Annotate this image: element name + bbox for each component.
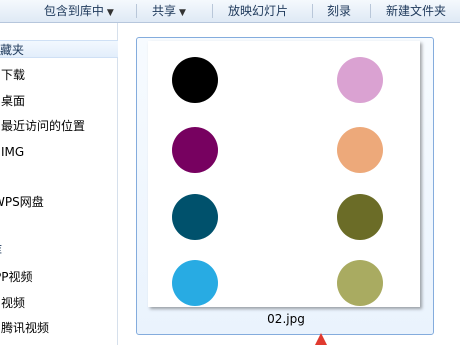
- share-button[interactable]: 共享 ▼: [152, 3, 186, 20]
- toolbar-divider: [370, 4, 371, 18]
- color-dot: [337, 194, 383, 240]
- burn-button[interactable]: 刻录: [327, 3, 351, 20]
- chevron-down-icon: ▼: [106, 8, 114, 18]
- sidebar-item-label: 最近访问的位置: [1, 119, 86, 133]
- slideshow-button[interactable]: 放映幻灯片: [228, 3, 288, 20]
- image-thumbnail: [148, 41, 420, 307]
- sidebar-item-label: 桌面: [1, 94, 26, 108]
- color-dot: [172, 127, 218, 173]
- toolbar-divider: [312, 4, 313, 18]
- command-bar: 包含到库中 ▼ 共享 ▼ 放映幻灯片 刻录 新建文件夹: [0, 0, 460, 23]
- include-in-library-label: 包含到库中: [43, 4, 104, 18]
- color-dot: [172, 57, 218, 103]
- file-item-selected[interactable]: 02.jpg: [136, 37, 434, 335]
- color-dot: [337, 57, 383, 103]
- file-name-label: 02.jpg: [267, 312, 305, 326]
- sidebar-item-label: WPS网盘: [0, 195, 44, 209]
- sidebar-item-label: 库: [0, 243, 2, 257]
- sidebar-item-recent-places[interactable]: 最近访问的位置: [1, 117, 85, 135]
- cursor-arrow-icon: [315, 333, 327, 345]
- file-list-pane: 02.jpg: [119, 23, 460, 345]
- sidebar-item-videos[interactable]: 视频: [1, 294, 25, 312]
- navigation-pane: 收藏夹 下载 桌面 最近访问的位置 IMG WPS网盘 库 PP视频 视频 腾讯…: [0, 23, 118, 345]
- toolbar-divider: [212, 4, 213, 18]
- color-dot: [337, 260, 383, 306]
- new-folder-button[interactable]: 新建文件夹: [386, 3, 446, 20]
- sidebar-item-downloads[interactable]: 下载: [1, 66, 25, 84]
- share-label: 共享: [152, 4, 177, 18]
- sidebar-item-libraries[interactable]: 库: [0, 241, 2, 259]
- sidebar-item-img[interactable]: IMG: [1, 143, 24, 161]
- sidebar-item-desktop[interactable]: 桌面: [1, 92, 25, 110]
- sidebar-item-tencent-video[interactable]: 腾讯视频: [1, 319, 49, 337]
- burn-label: 刻录: [327, 4, 352, 18]
- color-dot: [172, 194, 218, 240]
- color-dot: [337, 127, 383, 173]
- sidebar-item-label: 下载: [1, 68, 26, 82]
- sidebar-item-pp-video[interactable]: PP视频: [0, 268, 32, 286]
- new-folder-label: 新建文件夹: [386, 4, 447, 18]
- sidebar-item-wps-cloud[interactable]: WPS网盘: [0, 193, 44, 211]
- sidebar-item-label: 视频: [1, 296, 26, 310]
- slideshow-label: 放映幻灯片: [228, 4, 289, 18]
- chevron-down-icon: ▼: [179, 8, 186, 18]
- sidebar-item-label: 收藏夹: [0, 43, 25, 57]
- sidebar-item-favorites[interactable]: 收藏夹: [0, 40, 118, 58]
- sidebar-item-label: PP视频: [0, 270, 33, 284]
- sidebar-item-label: 腾讯视频: [1, 321, 50, 335]
- include-in-library-button[interactable]: 包含到库中 ▼: [0, 3, 114, 20]
- toolbar-divider: [136, 4, 137, 18]
- sidebar-item-label: IMG: [1, 145, 25, 159]
- color-dot: [172, 260, 218, 306]
